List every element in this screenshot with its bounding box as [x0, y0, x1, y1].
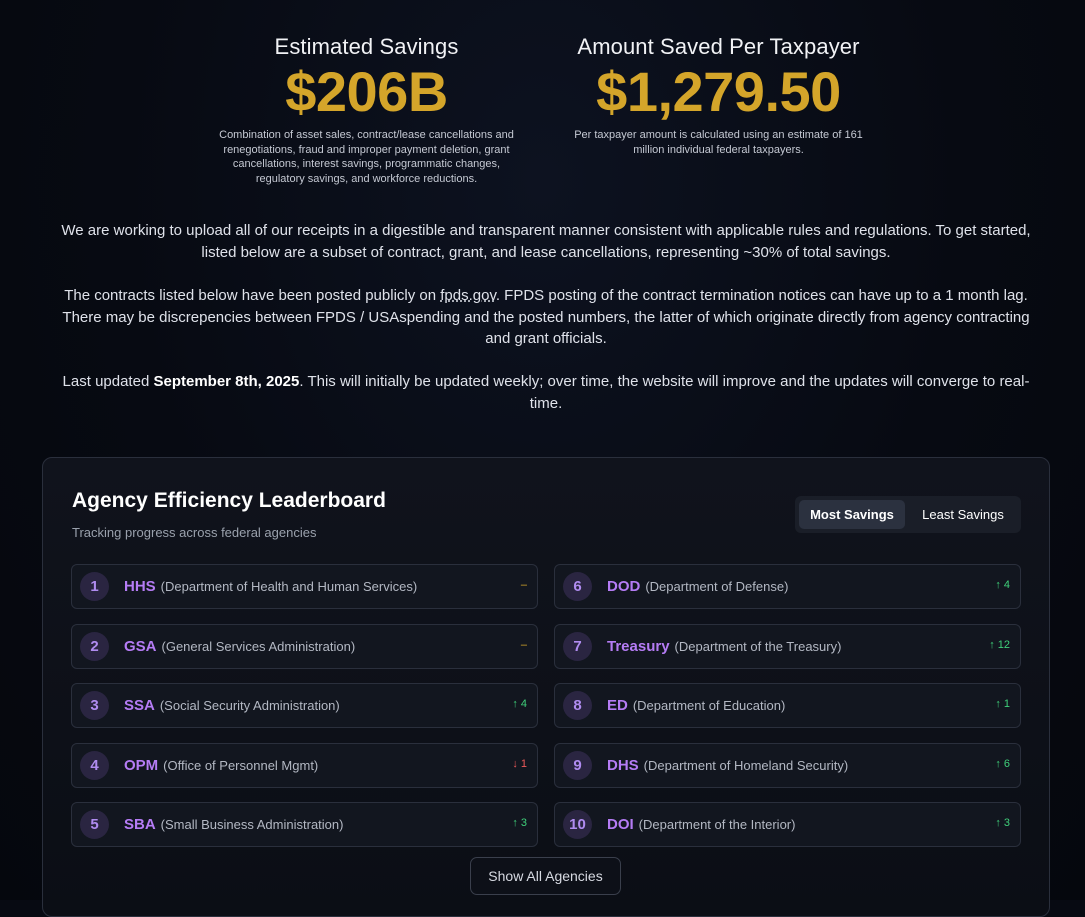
agency-row[interactable]: 7 Treasury (Department of the Treasury) ↑ 1… — [554, 623, 1021, 669]
stat-label: Amount Saved Per Taxpayer — [577, 34, 860, 59]
intro-text: . This will initially be updated weekly;… — [299, 373, 1030, 412]
agency-full-name: (Social Security Administration) — [159, 698, 340, 713]
stat-value: $1,279.50 — [596, 60, 841, 123]
show-all-agencies-button[interactable]: Show All Agencies — [470, 857, 621, 895]
intro-paragraph-fpds: The contracts listed below have been pos… — [56, 285, 1036, 350]
rank-change-indicator: ↑ 12 — [989, 638, 1010, 651]
least-savings-button[interactable]: Least Savings — [909, 500, 1017, 529]
rank-change-indicator: ↑ 1 — [995, 698, 1010, 710]
fpds-link[interactable]: fpds.gov — [440, 287, 496, 304]
last-updated-date: September 8th, 2025 — [153, 373, 300, 390]
agency-abbreviation: GSA — [124, 637, 157, 655]
agency-row[interactable]: 4 OPM (Office of Personnel Mgmt) ↓ 1 — [71, 742, 538, 788]
agency-row[interactable]: 9 DHS (Department of Homeland Security) ↑ 6 — [554, 742, 1021, 788]
agency-row[interactable]: 6 DOD (Department of Defense) ↑ 4 — [554, 564, 1021, 609]
rank-change-indicator: ↓ 1 — [512, 757, 527, 770]
estimated-savings-stat: Estimated Savings $206B Combination of a… — [217, 34, 517, 186]
stat-label: Estimated Savings — [274, 34, 459, 59]
rank-badge: 5 — [80, 810, 109, 839]
rank-change-indicator: ↑ 3 — [512, 817, 527, 829]
leaderboard-title: Agency Efficiency Leaderboard — [72, 489, 386, 512]
intro-text: The contracts listed below have been pos… — [64, 287, 441, 304]
agency-leaderboard: Agency Efficiency Leaderboard Tracking p… — [42, 457, 1050, 917]
rank-change-indicator: ↑ 3 — [995, 817, 1010, 829]
agency-row[interactable]: 1 HHS (Department of Health and Human Serv… — [71, 564, 538, 609]
agency-abbreviation: HHS — [124, 578, 156, 595]
agency-abbreviation: ED — [607, 697, 628, 714]
rank-badge: 3 — [80, 691, 109, 720]
agency-full-name: (Department of Defense) — [645, 579, 789, 594]
agency-abbreviation: SBA — [124, 816, 156, 833]
agency-row[interactable]: 8 ED (Department of Education) ↑ 1 — [554, 683, 1021, 728]
agency-row[interactable]: 10 DOI (Department of the Interior) ↑ 3 — [554, 802, 1021, 847]
agency-full-name: (General Services Administration) — [161, 638, 356, 654]
rank-badge: 10 — [563, 810, 592, 839]
agency-full-name: (Department of the Interior) — [638, 817, 796, 832]
rank-change-indicator: – — [520, 638, 527, 651]
agency-abbreviation: SSA — [124, 697, 155, 714]
agency-row[interactable]: 3 SSA (Social Security Administration) ↑ 4 — [71, 683, 538, 728]
agency-abbreviation: DOD — [607, 578, 641, 595]
rank-badge: 6 — [563, 572, 592, 601]
agency-full-name: (Department of the Treasury) — [674, 638, 842, 654]
agency-list: 1 HHS (Department of Health and Human Serv… — [71, 564, 1021, 847]
savings-stats: Estimated Savings $206B Combination of a… — [0, 34, 1085, 186]
intro-paragraph-receipts: We are working to upload all of our rece… — [61, 222, 1031, 261]
intro-text: Last updated — [62, 373, 154, 390]
stat-description: Per taxpayer amount is calculated using … — [574, 129, 863, 156]
savings-sort-toggle: Most Savings Least Savings — [795, 496, 1021, 533]
intro-paragraph-updated: Last updated September 8th, 2025. This w… — [56, 371, 1036, 414]
stat-description: Combination of asset sales, contract/lea… — [219, 129, 514, 185]
agency-abbreviation: DOI — [607, 816, 634, 833]
rank-change-indicator: – — [520, 579, 527, 591]
rank-badge: 2 — [80, 631, 109, 661]
agency-full-name: (Small Business Administration) — [160, 817, 344, 832]
agency-full-name: (Office of Personnel Mgmt) — [163, 757, 319, 773]
agency-abbreviation: OPM — [124, 756, 159, 774]
rank-change-indicator: ↑ 4 — [512, 698, 527, 710]
agency-full-name: (Department of Homeland Security) — [643, 757, 849, 773]
rank-change-indicator: ↑ 6 — [995, 757, 1010, 770]
leaderboard-subtitle: Tracking progress across federal agencie… — [72, 525, 317, 540]
rank-badge: 1 — [80, 572, 109, 601]
rank-badge: 7 — [563, 631, 592, 661]
most-savings-button[interactable]: Most Savings — [799, 500, 905, 529]
agency-abbreviation: Treasury — [607, 637, 670, 655]
rank-badge: 9 — [563, 750, 592, 780]
agency-row[interactable]: 5 SBA (Small Business Administration) ↑ 3 — [71, 802, 538, 847]
per-taxpayer-stat: Amount Saved Per Taxpayer $1,279.50 Per … — [569, 34, 869, 186]
rank-change-indicator: ↑ 4 — [995, 579, 1010, 591]
rank-badge: 8 — [563, 691, 592, 720]
rank-badge: 4 — [80, 750, 109, 780]
agency-abbreviation: DHS — [607, 756, 639, 774]
agency-full-name: (Department of Health and Human Services… — [160, 579, 418, 594]
stat-value: $206B — [285, 60, 448, 123]
agency-row[interactable]: 2 GSA (General Services Administration) – — [71, 623, 538, 669]
agency-full-name: (Department of Education) — [632, 698, 786, 713]
